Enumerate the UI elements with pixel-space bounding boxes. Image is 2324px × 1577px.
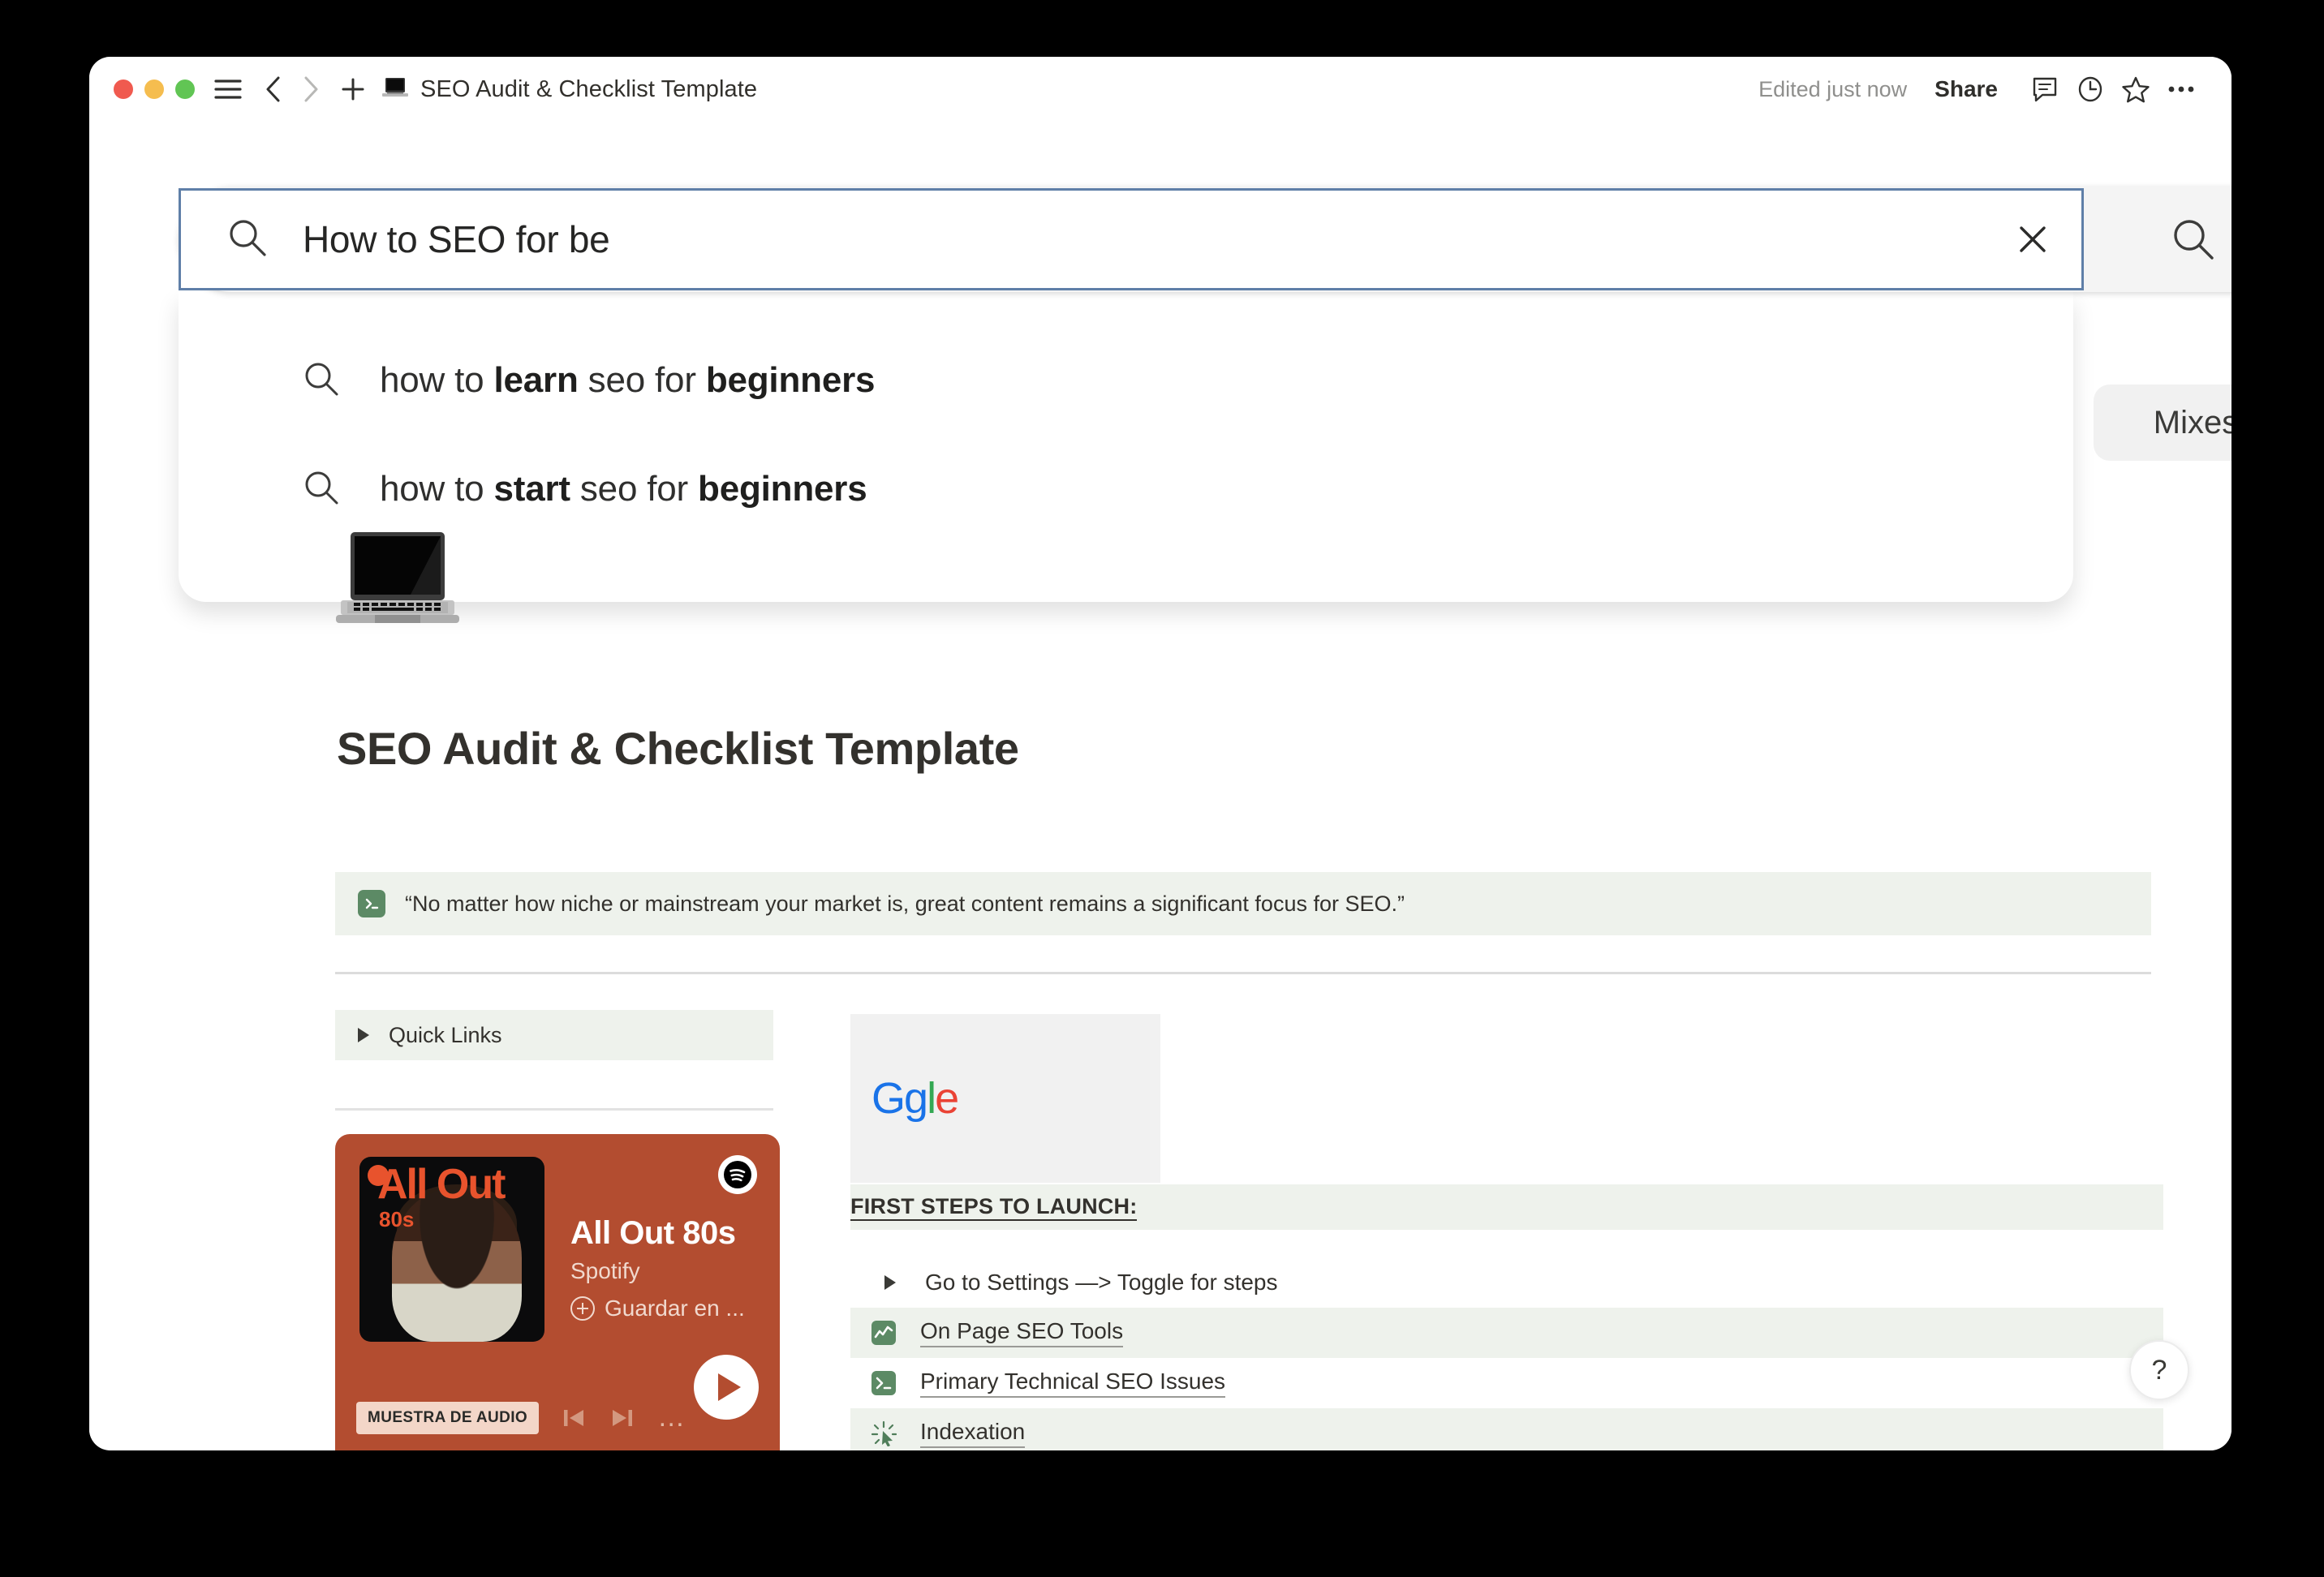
suggestion-text: how to start seo for beginners	[380, 469, 867, 509]
quote-text: “No matter how niche or mainstream your …	[405, 891, 1405, 916]
document-title: SEO Audit & Checklist Template	[420, 75, 758, 102]
save-playlist-button[interactable]: Guardar en ...	[570, 1296, 773, 1321]
step-label: Primary Technical SEO Issues	[920, 1369, 1226, 1398]
page-title: SEO Audit & Checklist Template	[337, 723, 1019, 774]
search-submit-icon[interactable]	[2170, 216, 2217, 267]
google-logo-image: Ggle	[850, 1014, 1160, 1183]
step-row-primary-technical-seo-issues[interactable]: Primary Technical SEO Issues	[850, 1358, 2163, 1408]
album-artwork: All Out 80s	[359, 1157, 544, 1342]
skip-previous-icon[interactable]	[560, 1404, 587, 1432]
play-icon	[717, 1373, 741, 1401]
terminal-icon	[358, 890, 385, 917]
album-art-title: All Out	[377, 1161, 506, 1208]
suggestion-row[interactable]: how to learn seo for beginners	[179, 326, 2073, 435]
sidebar-divider	[335, 1108, 773, 1111]
close-window-button[interactable]	[114, 79, 133, 99]
steps-list: Go to Settings —> Toggle for steps On Pa…	[850, 1257, 2163, 1450]
search-input[interactable]: How to SEO for be	[303, 217, 1984, 261]
clear-search-icon[interactable]	[1984, 191, 2081, 288]
back-arrow-icon[interactable]	[255, 71, 292, 108]
search-bar: How to SEO for be	[179, 187, 2231, 292]
search-icon	[302, 359, 341, 402]
first-steps-header: FIRST STEPS TO LAUNCH:	[850, 1184, 2163, 1230]
step-label: Go to Settings —> Toggle for steps	[925, 1270, 1278, 1295]
more-dots-icon[interactable]: …	[657, 1404, 687, 1431]
skip-next-icon[interactable]	[609, 1404, 636, 1432]
step-row-indexation[interactable]: Indexation	[850, 1408, 2163, 1450]
window-controls	[114, 79, 195, 99]
step-label: On Page SEO Tools	[920, 1318, 1124, 1347]
more-options-icon[interactable]	[2158, 67, 2204, 112]
comment-icon[interactable]	[2022, 67, 2068, 112]
first-steps-label: FIRST STEPS TO LAUNCH:	[850, 1194, 1138, 1221]
audio-sample-badge: MUESTRA DE AUDIO	[356, 1402, 540, 1434]
suggestion-text: how to learn seo for beginners	[380, 360, 876, 400]
plus-circle-icon	[570, 1296, 595, 1321]
mixes-chip[interactable]: Mixes	[2094, 385, 2231, 461]
chart-line-icon	[870, 1319, 897, 1347]
spotify-controls: MUESTRA DE AUDIO …	[356, 1402, 687, 1434]
search-suggestions-panel: how to learn seo for beginners how to st…	[179, 292, 2073, 602]
playlist-owner: Spotify	[570, 1258, 640, 1283]
ggle-logo: Ggle	[872, 1074, 959, 1123]
triangle-right-icon	[884, 1275, 896, 1290]
search-input-container[interactable]: How to SEO for be	[179, 188, 2084, 290]
star-icon[interactable]	[2113, 67, 2158, 112]
quick-links-toggle[interactable]: Quick Links	[335, 1010, 773, 1060]
maximize-window-button[interactable]	[175, 79, 195, 99]
step-row-go-to-settings[interactable]: Go to Settings —> Toggle for steps	[850, 1257, 2163, 1308]
spotify-embed-card[interactable]: All Out 80s All Out 80s Spotify Guardar …	[335, 1134, 780, 1450]
plus-icon[interactable]	[334, 71, 372, 108]
spotify-track-meta: All Out 80s Spotify Guardar en ...	[570, 1215, 773, 1321]
playlist-title: All Out 80s	[570, 1215, 736, 1251]
titlebar-right-group: Edited just now Share	[1758, 67, 2204, 112]
step-label: Indexation	[920, 1419, 1026, 1448]
forward-arrow-icon[interactable]	[292, 71, 329, 108]
album-art-subtitle: 80s	[379, 1207, 415, 1231]
cursor-click-icon	[870, 1420, 897, 1447]
spotify-card-header: All Out 80s All Out 80s Spotify Guardar …	[335, 1134, 780, 1420]
quote-callout: “No matter how niche or mainstream your …	[335, 872, 2151, 935]
triangle-right-icon	[358, 1028, 369, 1042]
help-button[interactable]: ?	[2129, 1340, 2189, 1400]
suggestion-row[interactable]: how to start seo for beginners	[179, 435, 2073, 544]
laptop-emoji-icon	[381, 77, 409, 101]
quick-links-label: Quick Links	[389, 1022, 502, 1047]
minimize-window-button[interactable]	[144, 79, 164, 99]
title-bar: SEO Audit & Checklist Template Edited ju…	[89, 57, 2231, 122]
section-divider	[335, 972, 2151, 974]
save-playlist-label: Guardar en ...	[605, 1296, 745, 1321]
play-button[interactable]	[694, 1355, 759, 1420]
menu-icon[interactable]	[209, 71, 247, 108]
step-row-on-page-seo-tools[interactable]: On Page SEO Tools	[850, 1308, 2163, 1358]
terminal-icon	[870, 1369, 897, 1397]
history-clock-icon[interactable]	[2068, 67, 2113, 112]
app-window: SEO Audit & Checklist Template Edited ju…	[89, 57, 2231, 1450]
search-icon	[226, 217, 269, 263]
spotify-logo-icon[interactable]	[718, 1155, 757, 1194]
edited-status-label: Edited just now	[1758, 76, 1908, 101]
share-button[interactable]: Share	[1935, 76, 1998, 102]
search-icon	[302, 468, 341, 511]
